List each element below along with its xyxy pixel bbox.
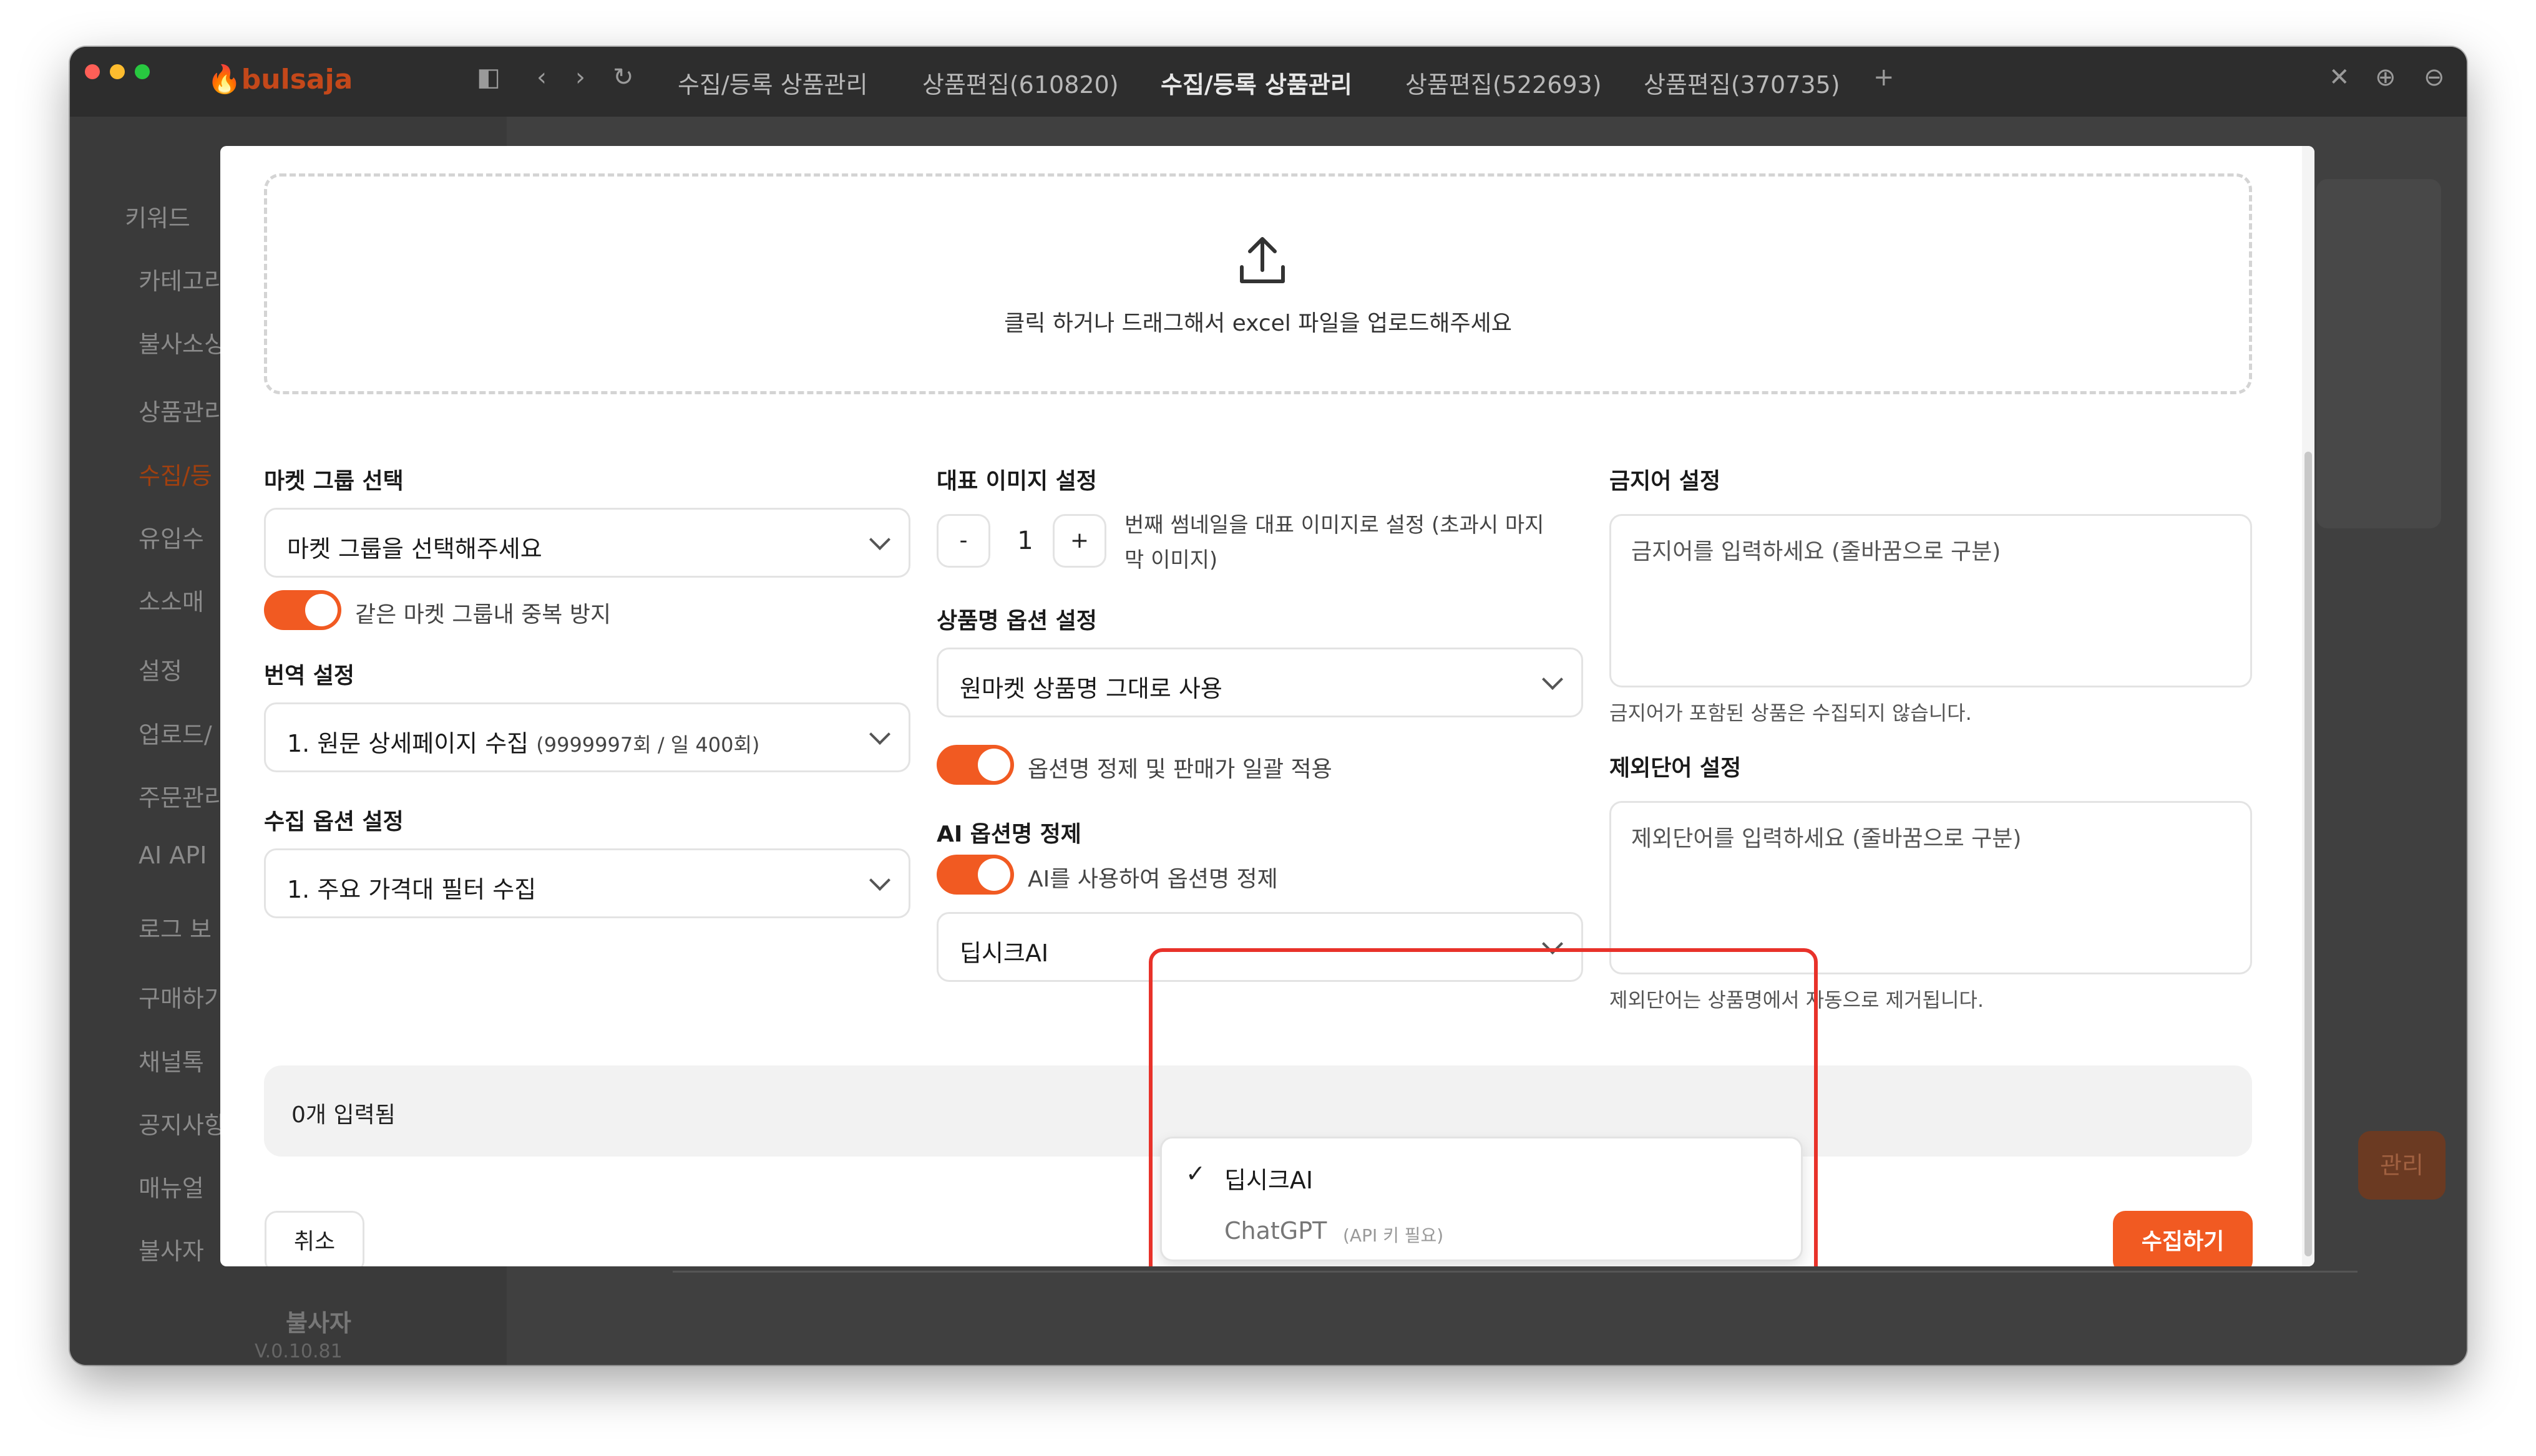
zoom-out-icon[interactable]: ⊖ [2424,63,2445,92]
collect-modal: 클릭 하거나 드래그해서 excel 파일을 업로드해주세요 마켓 그룹 선택 … [220,146,2314,1266]
thumbnail-label: 대표 이미지 설정 [937,468,1097,494]
sidebar-item-logs[interactable]: 로그 보 [139,910,212,944]
option-clean-price-label: 옵션명 정제 및 판매가 일괄 적용 [1028,757,1332,782]
app-logo-text: bulsaja [241,64,353,95]
duplicate-prevent-toggle[interactable] [264,590,341,630]
option-clean-price-toggle[interactable] [937,745,1014,785]
forward-icon[interactable]: › [575,63,585,92]
sidebar-item-notices[interactable]: 공지사항 [139,1106,226,1140]
thumbnail-desc-line1: 번째 썸네일을 대표 이미지로 설정 (초과시 마지 [1124,513,1544,538]
toggle-knob [305,594,338,626]
user-name: 불사자 [286,1309,351,1337]
sidebar-item-orders[interactable]: 주문관리 [139,779,226,813]
sidebar-item-category[interactable]: 카테고리 [139,262,226,296]
product-name-option-select[interactable]: 원마켓 상품명 그대로 사용 [937,648,1583,717]
tab-collect-manage-1[interactable]: 수집/등록 상품관리 [678,66,868,100]
ai-option-toggle[interactable] [937,855,1014,895]
ai-model-selected: 딥시크AI [960,939,1049,967]
tab-collect-manage-2[interactable]: 수집/등록 상품관리 [1161,66,1352,100]
sidebar-item-upload[interactable]: 업로드/ [139,716,212,750]
sidebar-item-bulsaja[interactable]: 불사자 [139,1232,204,1266]
upload-instruction: 클릭 하거나 드래그해서 excel 파일을 업로드해주세요 [1004,311,1512,336]
ai-option-toggle-label: AI를 사용하여 옵션명 정제 [1028,866,1278,892]
sidebar-item-product-manage[interactable]: 상품관리 [139,393,226,427]
tab-edit-610820[interactable]: 상품편집(610820) [922,66,1119,100]
background-table-divider [673,1271,2358,1273]
annotation-highlight-box [1149,948,1818,1266]
banned-words-textarea[interactable]: 금지어를 입력하세요 (줄바꿈으로 구분) [1609,514,2252,687]
sidebar-item-ai-api[interactable]: AI API [139,842,207,869]
close-icon[interactable]: ✕ [2329,63,2350,92]
translation-value: 1. 원문 상세페이지 수집 (9999997회 / 일 400회) [287,724,759,759]
input-count-text: 0개 입력됨 [291,1102,396,1128]
app-version: V.0.10.81 [255,1341,343,1362]
chevron-down-icon [869,529,890,550]
collect-submit-button[interactable]: 수집하기 [2113,1211,2253,1266]
product-name-option-value: 원마켓 상품명 그대로 사용 [960,675,1222,702]
chevron-down-icon [1542,669,1563,690]
thumbnail-desc-line2: 막 이미지) [1124,548,1218,573]
sidebar-item-traffic[interactable]: 유입수 [139,520,204,554]
collect-option-value: 1. 주요 가격대 필터 수집 [287,876,537,903]
excluded-words-label: 제외단어 설정 [1609,755,1742,781]
collect-option-select[interactable]: 1. 주요 가격대 필터 수집 [264,848,910,918]
translation-value-main: 1. 원문 상세페이지 수집 [287,730,529,757]
flame-icon: 🔥 [207,64,241,95]
chevron-down-icon [869,870,890,891]
chevron-down-icon [869,724,890,745]
tab-edit-522693[interactable]: 상품편집(522693) [1405,66,1602,100]
app-logo: 🔥bulsaja [207,63,353,95]
thumbnail-decrement-button[interactable]: - [937,514,990,568]
thumbnail-description: 번째 썸네일을 대표 이미지로 설정 (초과시 마지 막 이미지) [1124,508,1544,578]
duplicate-prevent-label: 같은 마켓 그룹내 중복 방지 [355,602,612,628]
excel-upload-dropzone[interactable]: 클릭 하거나 드래그해서 excel 파일을 업로드해주세요 [264,173,2252,394]
banned-words-placeholder: 금지어를 입력하세요 (줄바꿈으로 구분) [1631,539,2001,565]
titlebar: 🔥bulsaja ◧ ‹ › ↻ 수집/등록 상품관리 상품편집(610820)… [70,47,2467,117]
ai-option-label: AI 옵션명 정제 [937,822,1081,847]
sidebar-item-manual[interactable]: 매뉴얼 [139,1169,204,1203]
toggle-knob [978,858,1010,891]
back-icon[interactable]: ‹ [537,63,547,92]
banned-words-label: 금지어 설정 [1609,468,1721,494]
sidebar-item-channeltalk[interactable]: 채널톡 [139,1043,204,1077]
tab-edit-370735[interactable]: 상품편집(370735) [1644,66,1840,100]
market-group-label: 마켓 그룹 선택 [264,468,404,494]
sidebar-item-collect[interactable]: 수집/등 [139,457,212,491]
background-panel [2316,179,2441,528]
product-name-option-label: 상품명 옵션 설정 [937,608,1097,634]
market-group-select[interactable]: 마켓 그룹을 선택해주세요 [264,508,910,578]
sidebar-item-settings[interactable]: 설정 [139,652,182,686]
collect-option-label: 수집 옵션 설정 [264,809,404,835]
sidebar-item-keyword[interactable]: 키워드 [125,199,190,233]
translation-quota: (9999997회 / 일 400회) [536,733,760,757]
market-group-placeholder: 마켓 그룹을 선택해주세요 [287,535,542,563]
maximize-window-button[interactable] [135,64,150,79]
reload-icon[interactable]: ↻ [613,63,634,92]
minimize-window-button[interactable] [110,64,125,79]
background-manage-button: 관리 [2358,1131,2446,1200]
sidebar-item-sourcing[interactable]: 불사소싱 [139,325,226,359]
translation-select[interactable]: 1. 원문 상세페이지 수집 (9999997회 / 일 400회) [264,702,910,772]
excluded-words-placeholder: 제외단어를 입력하세요 (줄바꿈으로 구분) [1631,826,2022,852]
upload-icon [1240,237,1285,283]
toggle-knob [978,749,1010,781]
close-window-button[interactable] [85,64,100,79]
modal-scrollbar-thumb[interactable] [2304,452,2312,1256]
zoom-in-icon[interactable]: ⊕ [2375,63,2396,92]
sidebar-toggle-icon[interactable]: ◧ [477,63,500,92]
sidebar-item-purchase[interactable]: 구매하기 [139,979,226,1014]
banned-words-hint: 금지어가 포함된 상품은 수집되지 않습니다. [1609,701,1972,725]
sidebar-item-retail[interactable]: 소소매 [139,583,204,617]
new-tab-icon[interactable]: + [1873,63,1895,92]
translation-label: 번역 설정 [264,663,355,689]
cancel-button[interactable]: 취소 [265,1211,364,1266]
thumbnail-increment-button[interactable]: + [1053,514,1106,568]
thumbnail-index-value[interactable]: 1 [1007,527,1044,555]
